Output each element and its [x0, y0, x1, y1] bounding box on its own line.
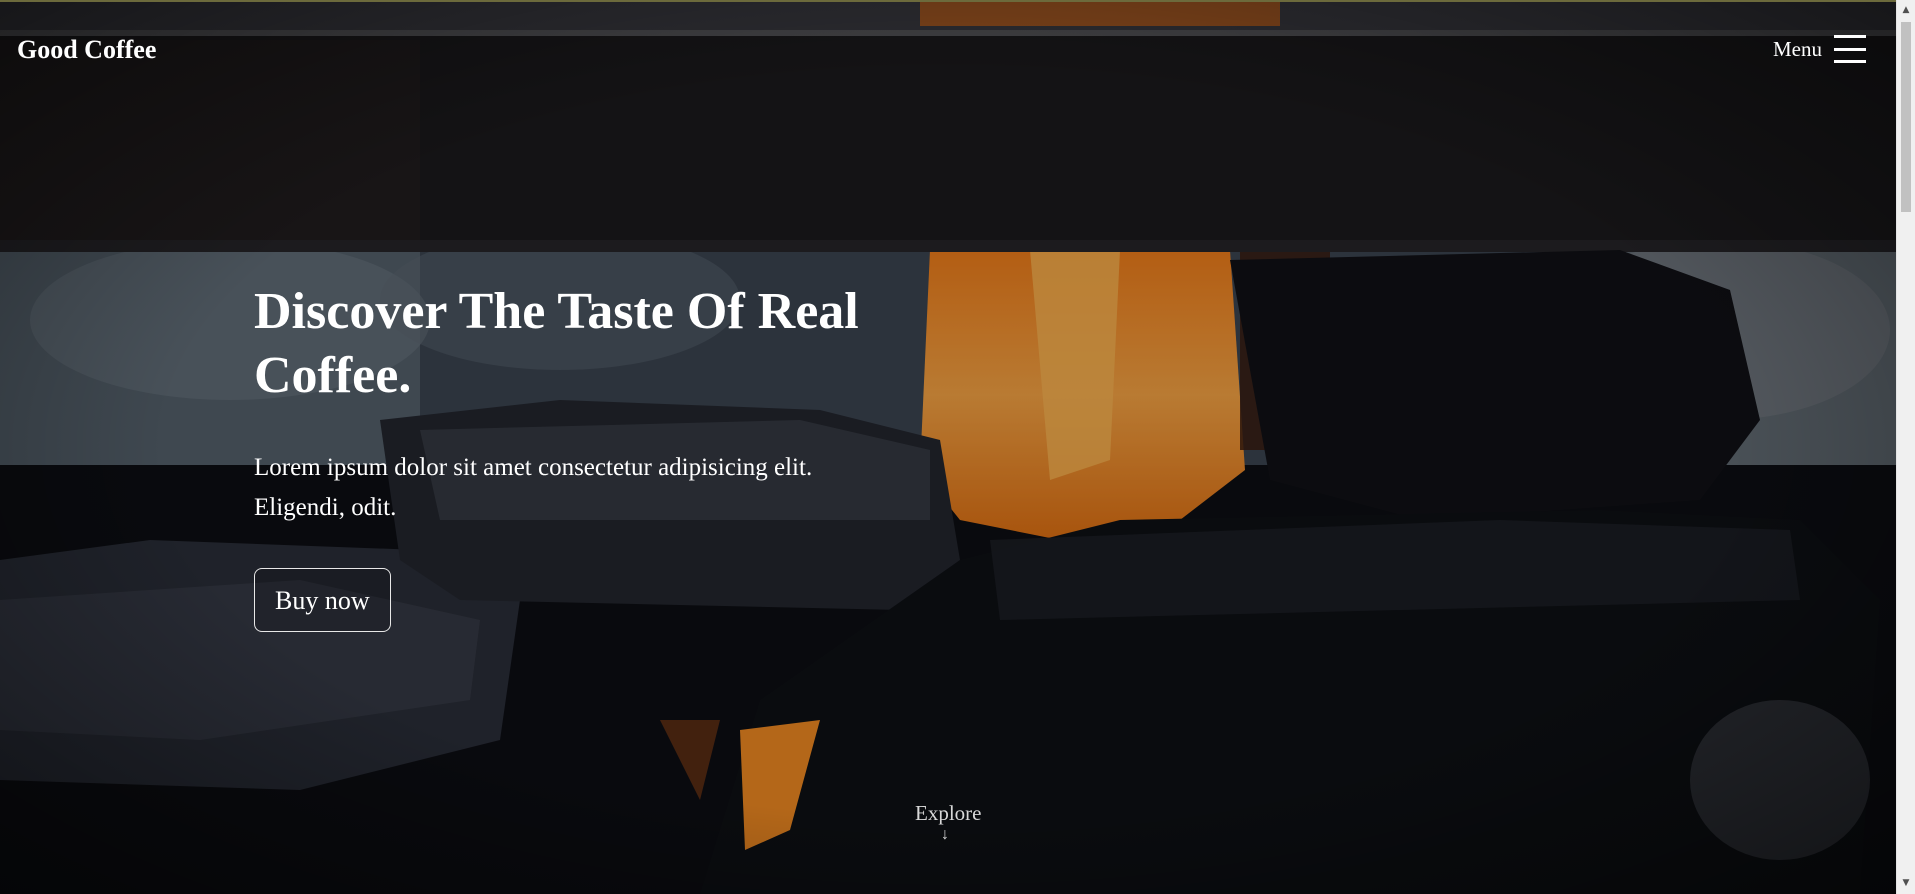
hamburger-icon[interactable] [1834, 35, 1866, 63]
menu-label[interactable]: Menu [1773, 34, 1822, 64]
hero-content: Discover The Taste Of Real Coffee. Lorem… [254, 280, 954, 632]
arrow-down-icon[interactable]: ↓ [915, 826, 975, 844]
hero-title: Discover The Taste Of Real Coffee. [254, 283, 859, 404]
hero-description: Lorem ipsum dolor sit amet consectetur a… [254, 454, 813, 521]
navbar: Good Coffee Menu [0, 0, 1896, 100]
hamburger-line [1834, 60, 1866, 63]
hamburger-line [1834, 35, 1866, 38]
vertical-scrollbar[interactable]: ▲ ▼ [1896, 0, 1915, 894]
scroll-up-icon[interactable]: ▲ [1897, 2, 1915, 19]
menu-button[interactable]: Menu [1773, 34, 1866, 64]
hamburger-line [1834, 47, 1866, 51]
scrollbar-thumb[interactable] [1901, 22, 1911, 212]
scroll-down-icon[interactable]: ▼ [1897, 875, 1915, 892]
explore-label[interactable]: Explore [915, 800, 981, 826]
buy-now-button[interactable]: Buy now [254, 568, 391, 632]
brand-logo[interactable]: Good Coffee [17, 35, 156, 65]
explore-link[interactable]: Explore ↓ [915, 800, 981, 844]
